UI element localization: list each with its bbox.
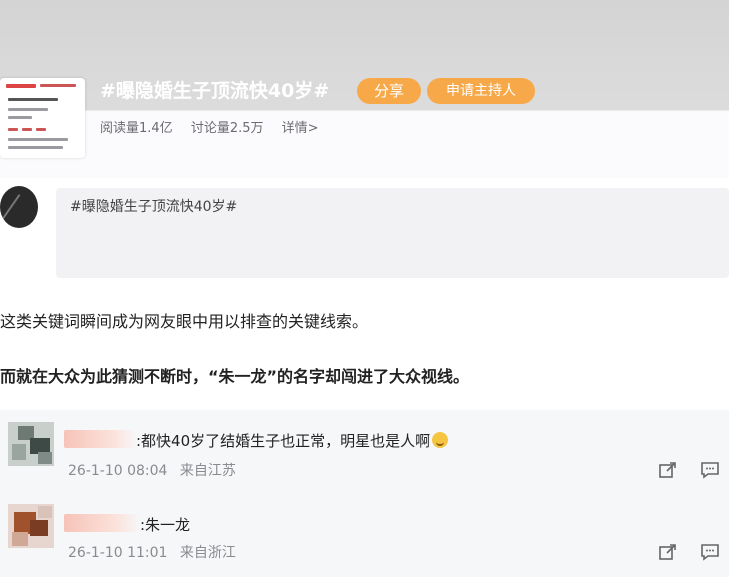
commenter-name[interactable] bbox=[64, 514, 140, 532]
topic-thumbnail[interactable] bbox=[0, 78, 85, 158]
article-paragraph: 这类关键词瞬间成为网友眼中用以排查的关键线索。 bbox=[0, 312, 369, 331]
read-count: 阅读量1.4亿 bbox=[100, 121, 173, 136]
forward-icon[interactable] bbox=[658, 460, 678, 480]
commenter-name[interactable] bbox=[64, 430, 136, 448]
smile-emoji-icon bbox=[432, 432, 449, 448]
comment-text: :朱一龙 bbox=[140, 516, 191, 534]
comment-icon[interactable] bbox=[700, 460, 720, 480]
comment-date: 26-1-10 08:04 bbox=[68, 463, 168, 479]
commenter-avatar[interactable] bbox=[8, 504, 54, 548]
share-button[interactable]: 分享 bbox=[357, 78, 421, 104]
details-link[interactable]: 详情> bbox=[282, 121, 319, 136]
comment-location: 来自浙江 bbox=[179, 545, 236, 561]
commenter-avatar[interactable] bbox=[8, 422, 54, 466]
comment-date: 26-1-10 11:01 bbox=[68, 545, 168, 561]
discussion-count: 讨论量2.5万 bbox=[190, 121, 264, 136]
comment-meta: 26-1-10 11:01 来自浙江 bbox=[68, 542, 244, 562]
comment-meta: 26-1-10 08:04 来自江苏 bbox=[68, 460, 244, 480]
avatar[interactable] bbox=[0, 186, 38, 228]
comment-section: :都快40岁了结婚生子也正常，明星也是人啊 26-1-10 08:04 来自江苏… bbox=[0, 410, 729, 577]
article-paragraph-bold: 而就在大众为此猜测不断时，“朱一龙”的名字却闯进了大众视线。 bbox=[0, 367, 470, 386]
post-composer[interactable]: #曝隐婚生子顶流快40岁# bbox=[56, 188, 729, 278]
comment-location: 来自江苏 bbox=[179, 463, 236, 479]
comment-icon[interactable] bbox=[700, 542, 720, 562]
topic-stats: 阅读量1.4亿 讨论量2.5万 详情> bbox=[100, 120, 333, 138]
topic-title: #曝隐婚生子顶流快40岁# bbox=[100, 80, 330, 102]
composer-input-text[interactable]: #曝隐婚生子顶流快40岁# bbox=[70, 196, 237, 216]
comment-text: :都快40岁了结婚生子也正常，明星也是人啊 bbox=[136, 430, 449, 451]
apply-host-button[interactable]: 申请主持人 bbox=[427, 78, 535, 104]
forward-icon[interactable] bbox=[658, 542, 678, 562]
